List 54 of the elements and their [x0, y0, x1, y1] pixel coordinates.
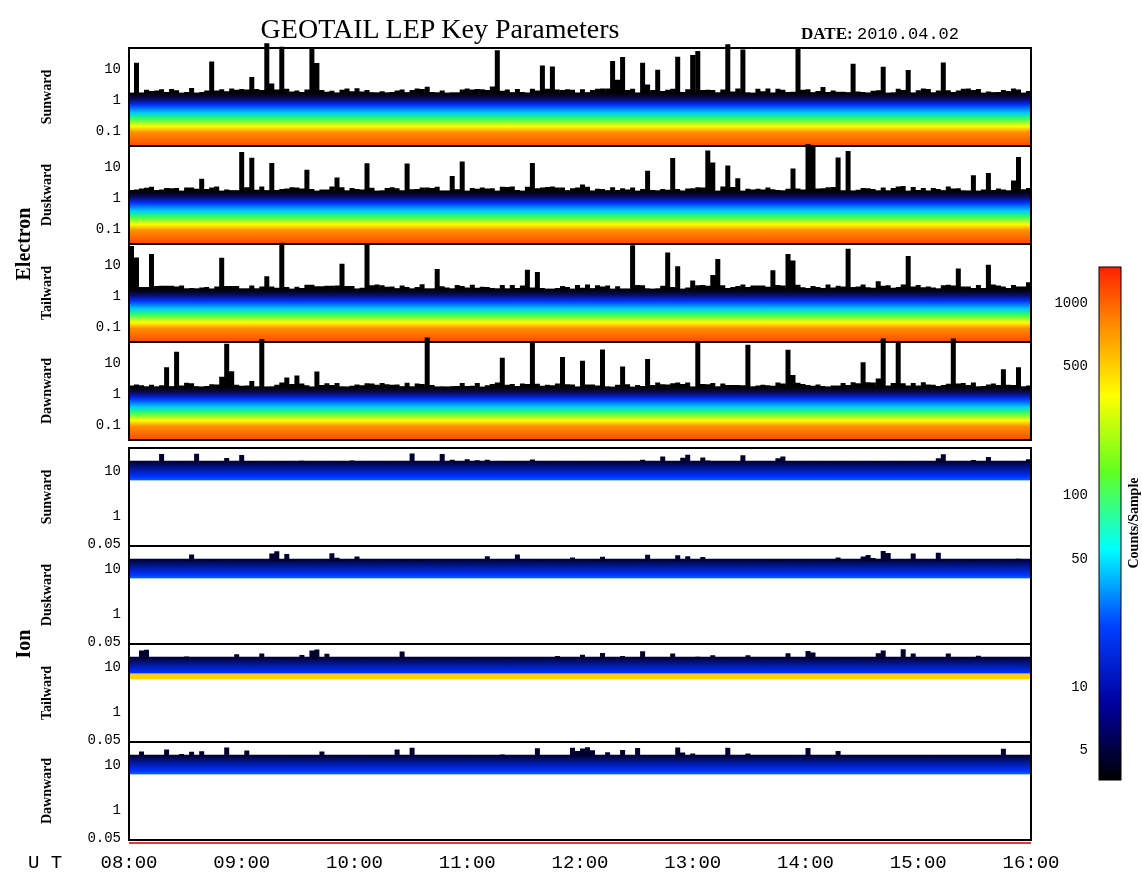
colorbar-tick-label: 100	[1062, 487, 1088, 503]
y-tick-label: 1	[112, 801, 121, 818]
x-tick-label: 10:00	[326, 852, 383, 874]
plot-title: GEOTAIL LEP Key Parameters	[260, 13, 620, 44]
group-label: Ion	[12, 629, 34, 659]
colorbar-title: Counts/Sample	[1126, 477, 1141, 569]
y-tick-label: 10	[104, 354, 121, 371]
y-tick-label: 1	[112, 91, 121, 108]
colorbar-tick-label: 1000	[1054, 295, 1088, 311]
y-tick-label: 1	[112, 189, 121, 206]
y-tick-label: 0.05	[87, 830, 121, 847]
x-tick-label: 16:00	[1002, 852, 1060, 874]
y-tick-label: 10	[104, 60, 121, 77]
y-tick-label: 0.05	[87, 536, 121, 553]
panel-label: Dawnward	[39, 357, 54, 425]
colorbar-tick-label: 50	[1071, 551, 1088, 567]
y-tick-label: 1	[112, 385, 121, 402]
y-tick-label: 0.1	[95, 123, 121, 140]
y-tick-label: 0.1	[95, 319, 121, 336]
y-tick-label: 0.1	[95, 417, 121, 434]
x-axis-label: U T	[28, 852, 63, 874]
y-tick-label: 1	[112, 287, 121, 304]
panel-label: Sunward	[39, 469, 54, 525]
date-value: 2010.04.02	[857, 25, 960, 44]
y-tick-label: 1	[112, 507, 121, 524]
y-tick-label: 0.1	[95, 221, 121, 238]
y-tick-label: 10	[104, 256, 121, 273]
group-label: Electron	[12, 207, 34, 281]
x-tick-label: 14:00	[777, 852, 834, 874]
colorbar-tick-label: 5	[1079, 742, 1088, 758]
y-tick-label: 0.05	[87, 634, 121, 651]
panel-label: Sunward	[39, 69, 54, 125]
panel-label: Tailward	[39, 666, 54, 720]
panel-label: Duskward	[39, 563, 54, 627]
x-tick-label: 15:00	[889, 852, 947, 874]
date-label: DATE:	[801, 24, 853, 43]
x-tick-label: 13:00	[664, 852, 722, 874]
colorbar-tick-label: 10	[1071, 679, 1088, 695]
panel-label: Tailward	[39, 266, 54, 320]
y-tick-label: 1	[112, 703, 121, 720]
y-tick-label: 1	[112, 605, 121, 622]
panel-label: Duskward	[39, 163, 54, 227]
colorbar-tick-label: 500	[1062, 358, 1088, 374]
y-tick-label: 10	[104, 462, 121, 479]
y-tick-label: 10	[104, 658, 121, 675]
x-tick-label: 09:00	[213, 852, 271, 874]
y-tick-label: 10	[104, 756, 121, 773]
y-tick-label: 10	[104, 560, 121, 577]
x-tick-label: 08:00	[100, 852, 158, 874]
y-tick-label: 0.05	[87, 732, 121, 749]
y-tick-label: 10	[104, 158, 121, 175]
x-tick-label: 12:00	[551, 852, 609, 874]
x-tick-label: 11:00	[438, 852, 496, 874]
panel-label: Dawnward	[39, 757, 54, 825]
